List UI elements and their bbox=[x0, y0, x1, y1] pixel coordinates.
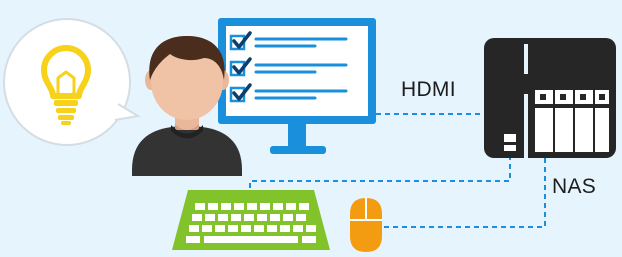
nas-device-icon bbox=[484, 38, 616, 158]
diagram-canvas: HDMI NAS bbox=[0, 0, 622, 257]
mouse-icon bbox=[350, 198, 382, 252]
diagram-drawing bbox=[3, 18, 616, 252]
idea-bubble bbox=[3, 18, 141, 146]
monitor-icon bbox=[218, 18, 376, 154]
nas-label: NAS bbox=[552, 175, 597, 198]
hdmi-label: HDMI bbox=[401, 78, 456, 101]
keyboard-connector-line bbox=[249, 158, 511, 188]
keyboard-icon bbox=[172, 190, 330, 250]
mouse-connector-line bbox=[384, 158, 546, 228]
